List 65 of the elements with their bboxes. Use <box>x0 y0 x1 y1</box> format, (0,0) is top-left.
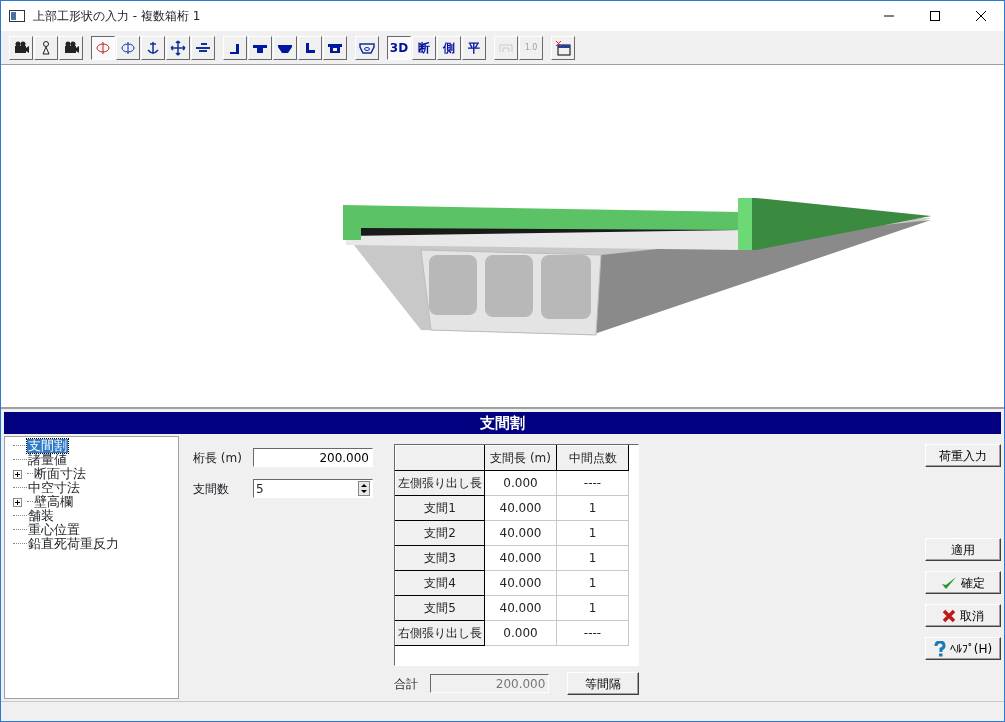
toolbar-button[interactable]: 平 <box>462 35 486 60</box>
row-header: 支間4 <box>395 570 485 596</box>
column-header: 支間長 (m) <box>484 445 557 471</box>
window-title: 上部工形状の入力 - 複数箱桁 1 <box>33 8 201 25</box>
table-cell: 1 <box>556 520 629 546</box>
toolbar-button[interactable]: 断 <box>412 35 436 60</box>
table-cell: 40.000 <box>484 520 557 546</box>
table-cell: 0.000 <box>484 620 557 646</box>
table-cell: ---- <box>556 620 629 646</box>
tree-item[interactable]: 壁高欄 <box>33 495 74 509</box>
tree-item[interactable]: 重心位置 <box>27 523 81 537</box>
check-icon <box>941 575 957 590</box>
maximize-icon[interactable] <box>930 11 940 21</box>
row-header: 支間3 <box>395 545 485 571</box>
table-cell: 1 <box>556 495 629 521</box>
anchor-icon <box>145 39 161 56</box>
table-cell: 40.000 <box>484 570 557 596</box>
help-button[interactable]: ﾍﾙﾌﾟ(H) <box>925 637 1001 660</box>
side-button[interactable]: 荷重入力 <box>925 444 1001 467</box>
row-header: 支間5 <box>395 595 485 621</box>
table-cell: 40.000 <box>484 595 557 621</box>
input-field[interactable]: 200.000 <box>253 448 373 467</box>
camera-icon <box>63 39 79 56</box>
column-header: 中間点数 <box>556 445 629 471</box>
equal-spacing-button[interactable]: 等間隔 <box>567 672 639 695</box>
app-icon <box>9 10 25 22</box>
row-header: 支間2 <box>395 520 485 546</box>
toolbar-button[interactable]: 側 <box>437 35 461 60</box>
panel-title: 支間割 <box>4 412 1001 434</box>
table-cell: 40.000 <box>484 495 557 521</box>
field-label: 桁長 (m) <box>193 449 243 467</box>
confirm-button[interactable]: 確定 <box>925 571 1001 594</box>
total-label: 合計 <box>394 675 418 693</box>
tree-item[interactable]: 舗装 <box>27 509 55 523</box>
field-label: 支間数 <box>193 480 230 498</box>
table-cell: 1 <box>556 545 629 571</box>
spinner-field[interactable]: 5 <box>253 479 373 498</box>
field-value: 5 <box>256 480 264 498</box>
close-icon[interactable] <box>976 11 986 21</box>
tree-item[interactable]: 鉛直死荷重反力 <box>27 537 120 551</box>
row-header: 支間1 <box>395 495 485 521</box>
table-cell: 1 <box>556 595 629 621</box>
rotate-icon <box>95 39 111 56</box>
table-cell: 1 <box>556 570 629 596</box>
window-icon <box>555 39 571 56</box>
spin-arrows-icon[interactable] <box>358 481 370 496</box>
help-icon <box>933 640 946 657</box>
rotate-icon <box>120 39 136 56</box>
tree-item[interactable]: 断面寸法 <box>33 467 87 481</box>
table-cell: ---- <box>556 470 629 496</box>
expand-icon[interactable] <box>13 469 22 479</box>
move-icon <box>170 39 186 56</box>
tree-item[interactable]: 支間割 <box>27 439 68 453</box>
tree-item[interactable]: 諸量値 <box>27 453 68 467</box>
close-icon <box>942 608 956 623</box>
table-cell: 0.000 <box>484 470 557 496</box>
toolbar-button[interactable]: 3D <box>387 35 411 60</box>
camera-icon <box>13 39 29 56</box>
cancel-button[interactable]: 取消 <box>925 604 1001 627</box>
row-header: 左側張り出し長 <box>395 470 485 496</box>
tree-item[interactable]: 中空寸法 <box>27 481 81 495</box>
row-header: 右側張り出し長 <box>395 620 485 646</box>
expand-icon[interactable] <box>13 497 22 507</box>
table-cell: 40.000 <box>484 545 557 571</box>
side-button[interactable]: 適用 <box>925 538 1001 561</box>
